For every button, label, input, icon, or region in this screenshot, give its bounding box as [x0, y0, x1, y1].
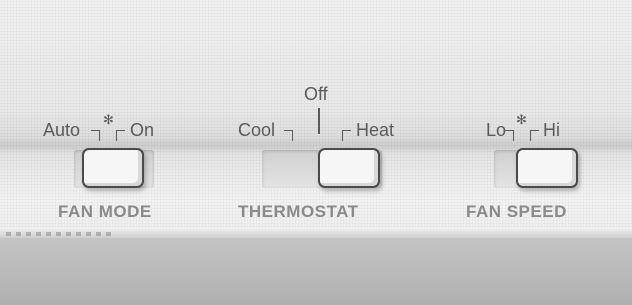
thermostat-option-heat: Heat: [356, 120, 395, 140]
thermostat-switch[interactable]: [318, 148, 380, 188]
thermostat-option-off: Off: [304, 84, 328, 104]
fan-speed-switch[interactable]: [516, 148, 578, 188]
fan-mode-option-auto: Auto: [43, 120, 81, 140]
vent-dashes: [6, 232, 116, 236]
thermostat-heat-bracket: [342, 130, 351, 141]
fan-mode-auto-bracket: [91, 130, 100, 141]
fan-speed-lo-bracket: [505, 130, 514, 141]
fan-icon: ✻: [516, 112, 527, 127]
fan-icon: ✻: [103, 112, 114, 127]
fan-speed-option-lo: Lo: [486, 120, 507, 140]
fan-speed-option-hi: Hi: [543, 120, 560, 140]
fan-mode-switch[interactable]: [82, 148, 144, 188]
fan-mode-on-bracket: [116, 130, 125, 141]
fan-mode-caption: FAN MODE: [58, 202, 152, 221]
control-panel: Auto ✻ On FAN MODE Off Cool Heat THERMOS…: [0, 0, 632, 305]
fan-mode-option-on: On: [130, 120, 155, 140]
panel-lower-housing: [0, 238, 632, 305]
fan-speed-hi-bracket: [530, 130, 539, 141]
thermostat-cool-bracket: [284, 130, 293, 141]
fan-speed-caption: FAN SPEED: [466, 202, 567, 221]
thermostat-option-cool: Cool: [238, 120, 276, 140]
thermostat-off-marker: [318, 108, 320, 134]
thermostat-caption: THERMOSTAT: [238, 202, 359, 221]
